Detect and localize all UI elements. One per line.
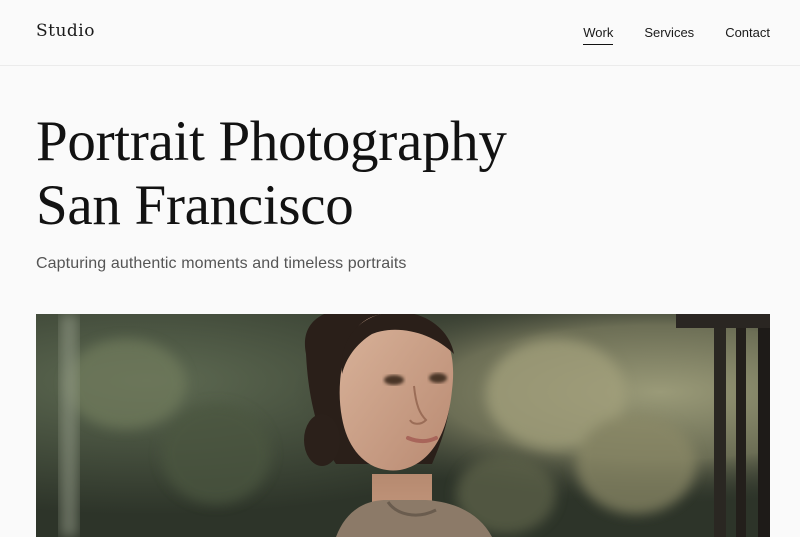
main-nav: Work Services Contact (583, 25, 770, 45)
nav-link-services[interactable]: Services (644, 25, 694, 44)
hero-portrait-image (36, 314, 770, 537)
hero-title-line-1: Portrait Photography (36, 110, 507, 173)
hero-subtitle: Capturing authentic moments and timeless… (36, 255, 407, 272)
hero-title-line-2: San Francisco (36, 174, 354, 237)
nav-link-work[interactable]: Work (583, 25, 614, 45)
portrait-photo-illustration (36, 314, 770, 537)
nav-link-contact[interactable]: Contact (725, 25, 770, 44)
site-header: Studio Work Services Contact (0, 0, 800, 66)
site-logo[interactable]: Studio (36, 21, 95, 41)
hero-title: Portrait Photography San Francisco (36, 110, 596, 238)
